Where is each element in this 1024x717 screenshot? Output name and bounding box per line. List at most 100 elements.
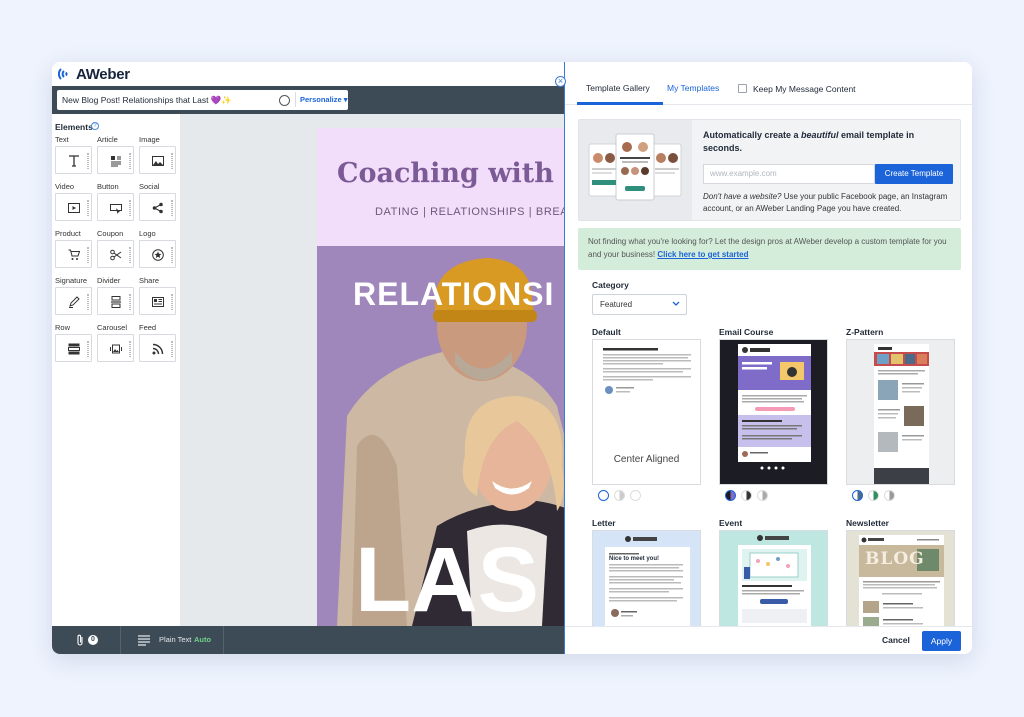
color-swatch[interactable]	[598, 490, 609, 501]
active-tab-indicator	[577, 102, 663, 105]
element-label: Button	[97, 182, 119, 191]
paperclip-icon[interactable]	[76, 634, 84, 646]
template-letter[interactable]: Nice to meet you!	[592, 530, 701, 626]
tab-template-gallery[interactable]: Template Gallery	[586, 83, 650, 93]
element-image[interactable]	[139, 146, 176, 174]
template-name: Email Course	[719, 327, 774, 337]
divider	[120, 626, 121, 654]
template-email-course[interactable]	[719, 339, 828, 485]
element-article[interactable]	[97, 146, 134, 174]
pen-icon	[69, 296, 80, 308]
aweber-logo-icon	[57, 66, 74, 82]
element-label: Image	[139, 135, 160, 144]
element-signature[interactable]	[55, 287, 92, 315]
apply-button[interactable]: Apply	[922, 631, 961, 651]
template-illustration	[579, 120, 692, 220]
element-label: Feed	[139, 323, 157, 332]
element-video[interactable]	[55, 193, 92, 221]
email-subtitle[interactable]: DATING | RELATIONSHIPS | BREA	[375, 206, 564, 218]
carousel-icon	[110, 344, 122, 354]
template-name: Newsletter	[846, 518, 889, 528]
keep-content-label[interactable]: Keep My Message Content	[753, 84, 856, 94]
logo-text: AWeber	[76, 65, 130, 83]
editor-canvas[interactable]: Coaching with S DATING | RELATIONSHIPS |…	[181, 114, 564, 626]
element-divider[interactable]	[97, 287, 134, 315]
tab-my-templates[interactable]: My Templates	[667, 83, 719, 93]
subject-value: New Blog Post! Relationships that Last 💜…	[62, 95, 232, 105]
logo-icon	[152, 249, 164, 261]
element-row[interactable]	[55, 334, 92, 362]
elements-panel: Elements ? Text Article Image Video Butt…	[52, 114, 181, 626]
element-coupon[interactable]	[97, 240, 134, 268]
element-label: Video	[55, 182, 75, 191]
template-thumb-heading: BLOG	[865, 549, 925, 569]
element-label: Row	[55, 323, 71, 332]
help-icon[interactable]: ?	[91, 122, 99, 130]
panel-content[interactable]: Automatically create a beautiful email t…	[565, 106, 972, 626]
element-feed[interactable]	[139, 334, 176, 362]
element-label: Carousel	[97, 323, 128, 332]
get-started-link[interactable]: Click here to get started	[657, 250, 748, 259]
article-icon	[111, 156, 121, 167]
text-icon	[69, 155, 79, 167]
emoji-picker-icon[interactable]	[279, 95, 290, 106]
element-label: Social	[139, 182, 160, 191]
email-big-text[interactable]: LAS	[355, 534, 539, 626]
element-label: Product	[55, 229, 81, 238]
template-panel: Template Gallery My Templates Keep My Me…	[564, 62, 972, 654]
email-header[interactable]: Coaching with S DATING | RELATIONSHIPS |…	[317, 128, 564, 246]
category-label: Category	[592, 280, 629, 290]
subject-input[interactable]: New Blog Post! Relationships that Last 💜…	[57, 90, 348, 110]
element-social[interactable]	[139, 193, 176, 221]
template-name: Event	[719, 518, 743, 528]
website-url-input[interactable]: www.example.com	[703, 164, 875, 184]
template-name: Z-Pattern	[846, 327, 884, 337]
attachment-count: 0	[88, 635, 98, 645]
template-z-pattern[interactable]	[846, 339, 955, 485]
element-carousel[interactable]	[97, 334, 134, 362]
color-swatch[interactable]	[741, 490, 752, 501]
template-event[interactable]	[719, 530, 828, 626]
email-hero-image[interactable]: RELATIONSI LAS	[317, 246, 564, 626]
element-logo[interactable]	[139, 240, 176, 268]
email-preview[interactable]: Coaching with S DATING | RELATIONSHIPS |…	[317, 128, 564, 626]
element-button[interactable]	[97, 193, 134, 221]
rss-icon	[152, 343, 164, 355]
template-newsletter[interactable]: BLOG	[846, 530, 955, 626]
email-hero-heading[interactable]: RELATIONSI	[353, 276, 554, 313]
color-swatch[interactable]	[757, 490, 768, 501]
color-swatch[interactable]	[614, 490, 625, 501]
template-name: Letter	[592, 518, 616, 528]
plain-text-label[interactable]: Plain Text	[159, 635, 191, 644]
element-label: Logo	[139, 229, 156, 238]
element-product[interactable]	[55, 240, 92, 268]
close-icon[interactable]: ×	[555, 76, 566, 87]
keep-content-checkbox[interactable]	[738, 84, 747, 93]
panel-tabs: Template Gallery My Templates Keep My Me…	[565, 62, 972, 105]
plain-text-icon[interactable]	[138, 635, 150, 646]
create-template-button[interactable]: Create Template	[875, 164, 953, 184]
row-icon	[68, 343, 80, 355]
template-default[interactable]: Center Aligned	[592, 339, 701, 485]
cancel-button[interactable]: Cancel	[882, 635, 910, 645]
element-share[interactable]	[139, 287, 176, 315]
elements-title: Elements	[55, 122, 93, 132]
color-swatch[interactable]	[868, 490, 879, 501]
color-swatch[interactable]	[884, 490, 895, 501]
panel-footer: Cancel Apply	[565, 626, 972, 654]
personalize-button[interactable]: Personalize ▾	[295, 92, 348, 107]
color-swatch[interactable]	[852, 490, 863, 501]
app-window: AWeber New Blog Post! Relationships that…	[52, 62, 972, 654]
message-editor: AWeber New Blog Post! Relationships that…	[52, 62, 564, 654]
color-swatch[interactable]	[630, 490, 641, 501]
cart-icon	[68, 249, 80, 260]
chevron-down-icon[interactable]	[672, 301, 680, 307]
logo-bar: AWeber	[52, 62, 564, 86]
color-swatch[interactable]	[725, 490, 736, 501]
element-text[interactable]	[55, 146, 92, 174]
plain-text-mode[interactable]: Auto	[194, 635, 211, 644]
element-label: Signature	[55, 276, 88, 285]
email-title[interactable]: Coaching with S	[337, 158, 564, 189]
element-label: Share	[139, 276, 160, 285]
auto-create-note: Don't have a website? Use your public Fa…	[703, 192, 948, 213]
